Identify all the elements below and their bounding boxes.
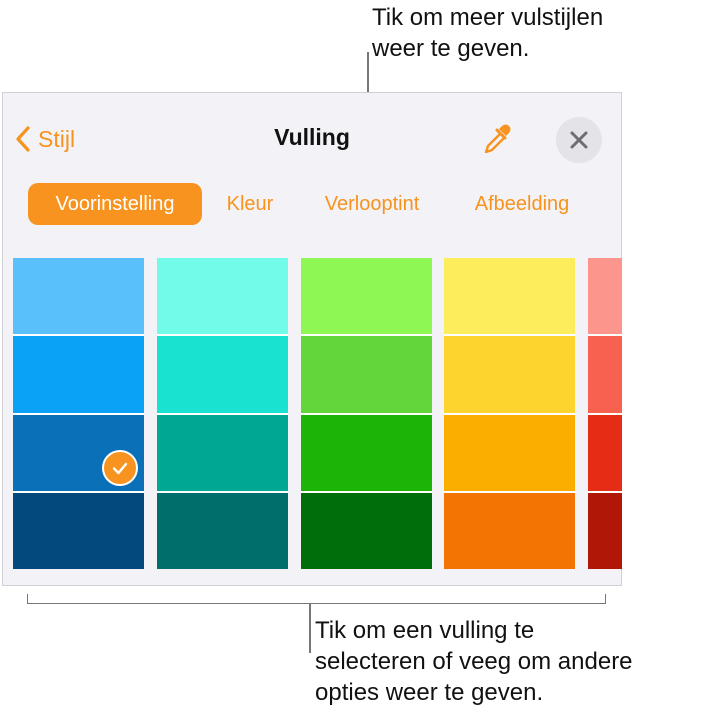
swatch-column-red	[588, 258, 622, 569]
selected-checkmark-icon	[102, 450, 138, 486]
fill-swatch[interactable]	[157, 258, 288, 337]
eyedropper-icon[interactable]	[481, 122, 513, 156]
fill-swatch[interactable]	[444, 414, 575, 493]
tab-kleur[interactable]: Kleur	[217, 183, 283, 225]
fill-swatch[interactable]	[301, 336, 432, 415]
panel-title: Vulling	[274, 124, 350, 150]
fill-swatch[interactable]	[157, 492, 288, 569]
fill-swatch[interactable]	[444, 258, 575, 337]
fill-swatch[interactable]	[588, 258, 622, 337]
callout-bottom-leader-line	[309, 603, 311, 653]
fill-swatch[interactable]	[157, 336, 288, 415]
fill-swatch[interactable]	[588, 492, 622, 569]
close-icon	[570, 131, 588, 149]
fill-swatch-grid[interactable]	[13, 258, 622, 569]
swatch-column-teal	[157, 258, 288, 569]
fill-swatch[interactable]	[13, 492, 144, 569]
fill-swatch[interactable]	[301, 414, 432, 493]
fill-swatch[interactable]	[13, 336, 144, 415]
close-button[interactable]	[556, 117, 602, 163]
callout-select-fill: Tik om een vulling te selecteren of veeg…	[315, 617, 633, 706]
tab-afbeelding[interactable]: Afbeelding	[458, 183, 586, 225]
fill-swatch[interactable]	[588, 336, 622, 415]
swatch-column-blue	[13, 258, 144, 569]
callout-more-fill-styles: Tik om meer vulstijlen weer te geven.	[372, 4, 604, 62]
swatch-column-yellow	[444, 258, 575, 569]
fill-swatch[interactable]	[157, 414, 288, 493]
fill-swatch[interactable]	[444, 492, 575, 569]
tab-voorinstelling[interactable]: Voorinstelling	[28, 183, 202, 225]
fill-swatch[interactable]	[301, 258, 432, 337]
fill-swatch[interactable]	[13, 258, 144, 337]
tab-verlooptint[interactable]: Verlooptint	[308, 183, 436, 225]
fill-swatch[interactable]	[444, 336, 575, 415]
swatch-column-green	[301, 258, 432, 569]
fill-swatch[interactable]	[301, 492, 432, 569]
fill-swatch[interactable]	[588, 414, 622, 493]
callout-bottom-bracket	[27, 594, 606, 604]
